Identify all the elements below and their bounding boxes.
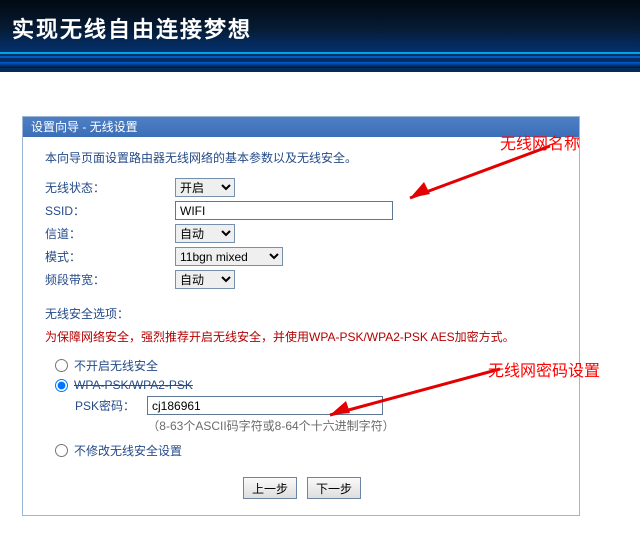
channel-select[interactable]: 自动	[175, 224, 235, 243]
radio-off[interactable]	[55, 359, 68, 372]
radio-keep[interactable]	[55, 444, 68, 457]
security-option-keep[interactable]: 不修改无线安全设置	[55, 442, 563, 459]
divider	[0, 52, 640, 54]
psk-input[interactable]	[147, 396, 383, 415]
ssid-input[interactable]	[175, 201, 393, 220]
bandwidth-select[interactable]: 自动	[175, 270, 235, 289]
mode-select[interactable]: 11bgn mixed	[175, 247, 283, 266]
panel-title: 设置向导 - 无线设置	[23, 117, 579, 137]
radio-wpa[interactable]	[55, 379, 68, 392]
radio-keep-label: 不修改无线安全设置	[74, 442, 182, 459]
radio-wpa-label: WPA-PSK/WPA2-PSK	[74, 378, 193, 392]
annotation-ssid-label: 无线网名称	[500, 130, 580, 154]
channel-label: 信道：	[41, 225, 175, 242]
divider	[0, 56, 640, 58]
divider	[0, 62, 640, 68]
radio-off-label: 不开启无线安全	[74, 357, 158, 374]
banner-title: 实现无线自由连接梦想	[12, 12, 252, 44]
security-option-off[interactable]: 不开启无线安全	[55, 357, 563, 374]
security-heading: 无线安全选项：	[45, 305, 563, 322]
panel-intro: 本向导页面设置路由器无线网络的基本参数以及无线安全。	[45, 149, 563, 166]
mode-label: 模式：	[41, 248, 175, 265]
security-option-wpa[interactable]: WPA-PSK/WPA2-PSK	[55, 378, 563, 392]
psk-hint: （8-63个ASCII码字符或8-64个十六进制字符）	[141, 417, 401, 434]
security-note: 为保障网络安全，强烈推荐开启无线安全，并使用WPA-PSK/WPA2-PSK A…	[45, 328, 559, 347]
bandwidth-label: 频段带宽：	[41, 271, 175, 288]
wizard-panel: 设置向导 - 无线设置 本向导页面设置路由器无线网络的基本参数以及无线安全。 无…	[22, 116, 580, 516]
wireless-state-label: 无线状态：	[41, 179, 175, 196]
psk-label: PSK密码：	[75, 397, 147, 414]
prev-button[interactable]: 上一步	[243, 477, 297, 499]
next-button[interactable]: 下一步	[307, 477, 361, 499]
top-banner: 实现无线自由连接梦想	[0, 0, 640, 72]
annotation-password-label: 无线网密码设置	[488, 357, 600, 381]
ssid-label: SSID：	[41, 202, 175, 219]
wireless-state-select[interactable]: 开启	[175, 178, 235, 197]
